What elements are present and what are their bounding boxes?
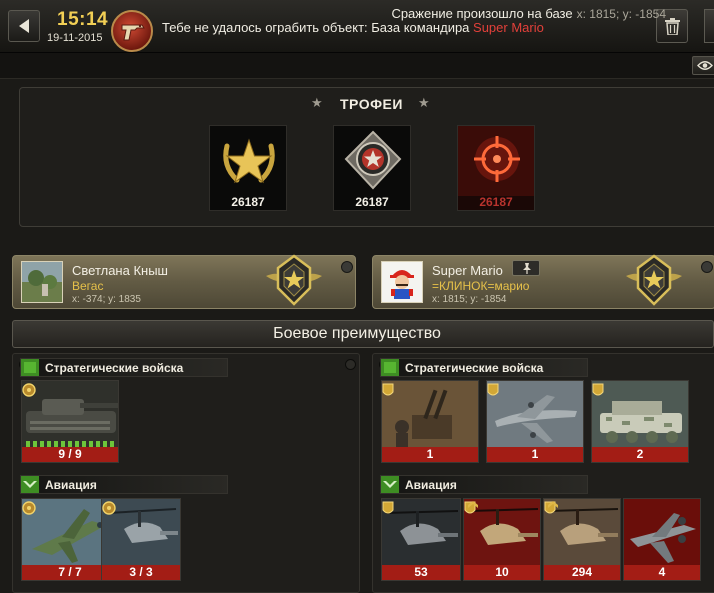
battle-location-label: Сражение произошло на базе: [391, 6, 573, 21]
rank-wings-badge-icon: [266, 254, 322, 306]
category-aviation: Авиация: [380, 475, 588, 494]
defender-name[interactable]: Super Mario: [432, 263, 503, 278]
upgrade-gear-badge-icon: [22, 501, 36, 515]
laurel-star-medal-icon: [223, 138, 275, 184]
cargo-plane-icon: [487, 381, 583, 449]
view-base-button[interactable]: [692, 56, 714, 75]
category-label: Авиация: [405, 478, 457, 492]
unit-count: 3 / 3: [102, 565, 180, 580]
unit-count: 2: [592, 447, 688, 462]
battle-coords[interactable]: x: 1815; y: -1854: [577, 7, 666, 21]
category-label: Авиация: [45, 478, 97, 492]
eye-icon: [697, 61, 713, 70]
category-aviation: Авиация: [20, 475, 228, 494]
rocket-vehicle-icon: [592, 381, 688, 449]
next-report-button[interactable]: [704, 9, 714, 43]
trophy-value: 26187: [479, 195, 513, 209]
trophy-value: 26187: [355, 195, 389, 209]
trophy-medals[interactable]: 26187: [209, 125, 287, 211]
unit-card[interactable]: 4: [623, 498, 701, 581]
unit-card[interactable]: 9 / 9: [21, 380, 119, 463]
back-arrow-icon: [19, 19, 29, 33]
aviation-wings-icon: [21, 476, 39, 493]
unit-card[interactable]: 1: [381, 380, 479, 463]
unit-count: 4: [624, 565, 700, 580]
tank-icon: [22, 381, 118, 449]
star-shield-medal-icon: [344, 130, 402, 190]
battle-location: Сражение произошло на базе x: 1815; y: -1…: [391, 6, 666, 21]
trash-icon: [665, 18, 680, 35]
trophy-target[interactable]: 26187: [457, 125, 535, 211]
unit-card[interactable]: 2: [591, 380, 689, 463]
upgrade-gear-badge-icon: [102, 501, 116, 515]
pin-button[interactable]: [512, 260, 540, 276]
landscape-avatar-icon: [22, 262, 62, 302]
defender-clan[interactable]: =КЛИНОК=марио: [432, 279, 529, 293]
trophy-value: 26187: [231, 195, 265, 209]
back-button[interactable]: [8, 10, 40, 42]
unit-card[interactable]: 10: [463, 498, 541, 581]
unit-count: 1: [382, 447, 478, 462]
defender-avatar[interactable]: [381, 261, 423, 303]
enemy-name-link[interactable]: Super Mario: [473, 20, 544, 35]
unit-count: 294: [544, 565, 620, 580]
category-strategic-forces: Стратегические войска: [20, 358, 228, 377]
rank-shield-badge-icon: [382, 383, 394, 396]
trophy-rank[interactable]: 26187: [333, 125, 411, 211]
location-bar: [0, 53, 714, 79]
rank-wings-badge-icon: [626, 254, 682, 306]
unit-card[interactable]: 1: [486, 380, 584, 463]
rank-shield-badge-icon: [487, 383, 499, 396]
aviation-wings-icon: [381, 476, 399, 493]
rank-shield-badge-icon: [382, 501, 394, 514]
attacker-clan[interactable]: Вегас: [72, 279, 103, 293]
attacker-avatar[interactable]: [21, 261, 63, 303]
rank-shield-badge-icon: [592, 383, 604, 396]
category-label: Стратегические войска: [405, 361, 544, 375]
trophies-title: ТРОФЕИ: [340, 96, 403, 112]
attacker-card[interactable]: Светлана Кныш Вегас x: -374; y: 1835: [12, 254, 356, 309]
card-status-dot: [341, 261, 353, 273]
attacker-coords[interactable]: x: -374; y: 1835: [72, 294, 141, 305]
report-headline: Тебе не удалось ограбить объект: База ко…: [162, 20, 544, 35]
headline-text: Тебе не удалось ограбить объект: База ко…: [162, 20, 474, 35]
unit-count: 10: [464, 565, 540, 580]
star-icon: ★: [418, 95, 430, 110]
unit-count: 53: [382, 565, 460, 580]
robbery-report-icon: [111, 10, 153, 52]
star-icon: ★: [311, 95, 323, 110]
unit-card[interactable]: 294: [543, 498, 621, 581]
strategic-forces-icon: [381, 359, 399, 376]
pistol-icon: [121, 24, 145, 41]
mario-avatar-icon: [382, 262, 422, 302]
category-strategic-forces: Стратегические войска: [380, 358, 588, 377]
category-label: Стратегические войска: [45, 361, 184, 375]
report-time: 15:14: [57, 9, 109, 30]
a10-jet-icon: [624, 499, 700, 567]
card-status-dot: [701, 261, 713, 273]
pin-icon: [523, 263, 531, 274]
unit-count: 9 / 9: [22, 447, 118, 462]
anti-air-gun-icon: [382, 381, 478, 449]
defender-card[interactable]: Super Mario =КЛИНОК=марио x: 1815; y: -1…: [372, 254, 714, 309]
rank-chevron-icon: [468, 501, 478, 508]
unit-card[interactable]: 3 / 3: [101, 498, 181, 581]
target-crosshair-icon: [458, 126, 534, 196]
report-date: 19-11-2015: [47, 32, 103, 44]
defender-coords[interactable]: x: 1815; y: -1854: [432, 294, 507, 305]
rank-chevron-icon: [548, 501, 558, 508]
battle-advantage-title: Боевое преимущество: [273, 325, 441, 342]
unit-card[interactable]: 53: [381, 498, 461, 581]
upgrade-gear-badge-icon: [22, 383, 36, 397]
unit-count: 1: [487, 447, 583, 462]
attacker-name[interactable]: Светлана Кныш: [72, 263, 168, 278]
strategic-forces-icon: [21, 359, 39, 376]
panel-dot: [345, 359, 356, 370]
